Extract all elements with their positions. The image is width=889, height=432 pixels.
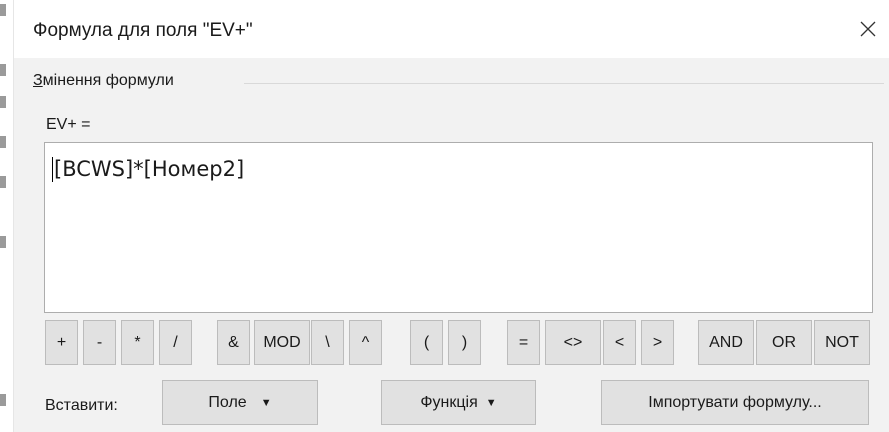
background-text-fragment: [0, 4, 6, 16]
group-label-accesskey: З: [33, 72, 43, 89]
insert-field-button[interactable]: Поле ▼: [162, 380, 318, 425]
operator-minus-button[interactable]: -: [83, 320, 116, 365]
formula-dialog: Формула для поля "EV+" Змінення формули …: [14, 0, 889, 432]
close-icon: [860, 21, 876, 37]
group-separator: [244, 83, 884, 84]
import-formula-label: Імпортувати формулу...: [648, 393, 822, 411]
operator-and-button[interactable]: AND: [698, 320, 754, 365]
operator-or-button[interactable]: OR: [756, 320, 812, 365]
background-text-fragment: [0, 64, 6, 76]
operator-not-equal-button[interactable]: <>: [545, 320, 601, 365]
insert-function-button[interactable]: Функція ▼: [381, 380, 536, 425]
operator-equals-button[interactable]: =: [507, 320, 540, 365]
insert-field-label: Поле: [208, 393, 247, 411]
insert-label: Вставити:: [45, 397, 118, 414]
background-window-edge: [0, 0, 14, 432]
operator-close-paren-button[interactable]: ): [448, 320, 481, 365]
background-text-fragment: [0, 176, 6, 188]
background-text-fragment: [0, 394, 6, 406]
formula-editor[interactable]: [BCWS]*[Номер2]: [44, 142, 873, 313]
dialog-title: Формула для поля "EV+": [33, 20, 253, 41]
background-text-fragment: [0, 96, 6, 108]
close-button[interactable]: [853, 14, 883, 44]
formula-text: [BCWS]*[Номер2]: [54, 157, 245, 181]
background-text-fragment: [0, 136, 6, 148]
insert-function-label: Функція: [420, 393, 478, 411]
chevron-down-icon: ▼: [485, 396, 497, 409]
operator-plus-button[interactable]: +: [45, 320, 78, 365]
operator-less-than-button[interactable]: <: [603, 320, 636, 365]
operator-greater-than-button[interactable]: >: [641, 320, 674, 365]
group-label-edit-formula: Змінення формули: [33, 72, 174, 90]
operator-multiply-button[interactable]: *: [121, 320, 154, 365]
chevron-down-icon: ▼: [260, 396, 272, 409]
formula-field-label: EV+ =: [46, 116, 91, 133]
operator-mod-button[interactable]: MOD: [254, 320, 310, 365]
operator-not-button[interactable]: NOT: [814, 320, 870, 365]
background-text-fragment: [0, 236, 6, 248]
operator-caret-button[interactable]: ^: [349, 320, 382, 365]
text-caret: [52, 157, 53, 182]
group-label-text: мінення формули: [42, 72, 174, 89]
operator-ampersand-button[interactable]: &: [217, 320, 250, 365]
operator-backslash-button[interactable]: \: [311, 320, 344, 365]
operator-open-paren-button[interactable]: (: [410, 320, 443, 365]
operator-divide-button[interactable]: /: [159, 320, 192, 365]
import-formula-button[interactable]: Імпортувати формулу...: [601, 380, 869, 425]
dialog-titlebar: Формула для поля "EV+": [14, 0, 889, 58]
